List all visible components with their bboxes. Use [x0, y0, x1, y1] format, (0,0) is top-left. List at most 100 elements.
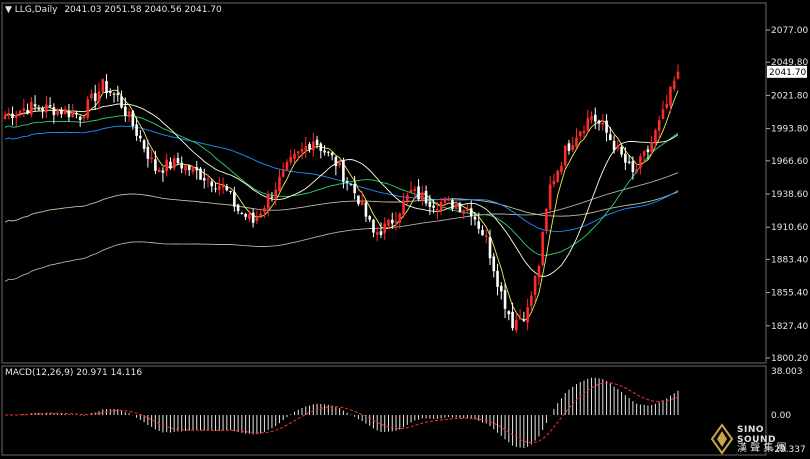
- candle-body: [383, 223, 387, 234]
- ohlc-values: 2041.03 2051.58 2040.56 2041.70: [64, 5, 222, 15]
- candle-body: [93, 93, 97, 101]
- candle-body: [7, 113, 11, 115]
- candle-body: [357, 195, 360, 205]
- candle-body: [398, 213, 402, 223]
- candle-body: [503, 290, 507, 309]
- candle-body: [488, 237, 492, 259]
- price-tick-label: 1993.80: [771, 125, 808, 135]
- candle-body: [477, 221, 481, 229]
- chart-header: ▼ LLG,Daily 2041.03 2051.58 2040.56 2041…: [5, 5, 222, 15]
- candle-body: [481, 229, 484, 236]
- sino-sound-logo: SINO SOUND 漢 聲 集 團: [710, 423, 806, 455]
- candle-body: [556, 170, 559, 182]
- candle-body: [575, 137, 578, 147]
- candle-body: [364, 202, 368, 217]
- candle-body: [345, 180, 349, 183]
- candle-body: [236, 204, 240, 211]
- candle-body: [541, 231, 544, 265]
- trading-chart[interactable]: 2077.002049.802021.801993.801966.601938.…: [0, 0, 810, 459]
- candle-body: [281, 169, 285, 177]
- candle-body: [112, 93, 116, 95]
- candle-body: [473, 216, 477, 220]
- candle-body: [405, 195, 409, 201]
- candle-body: [563, 145, 567, 166]
- candle-body: [624, 153, 627, 163]
- candle-body: [71, 112, 74, 117]
- candle-body: [436, 209, 439, 211]
- candle-body: [545, 209, 548, 232]
- candle-body: [454, 204, 458, 209]
- candle-body: [530, 295, 533, 306]
- candle-body: [22, 108, 26, 111]
- candle-body: [334, 156, 338, 167]
- candle-body: [458, 203, 462, 213]
- candle-body: [507, 311, 511, 315]
- candle-body: [248, 214, 251, 219]
- candle-body: [105, 80, 108, 94]
- price-tick-label: 2077.00: [771, 26, 808, 36]
- candle-body: [157, 169, 161, 172]
- candle-body: [631, 161, 635, 173]
- candle-body: [390, 219, 394, 224]
- candle-body: [176, 158, 180, 164]
- logo-subtext: 漢 聲 集 團: [737, 443, 787, 454]
- candle-body: [221, 183, 225, 188]
- price-tick-label: 1855.40: [771, 289, 808, 299]
- candle-body: [63, 108, 67, 115]
- candle-body: [274, 189, 278, 199]
- candle-body: [635, 169, 638, 173]
- candle-body: [315, 139, 319, 145]
- candle-body: [342, 160, 345, 182]
- macd-tick-label: 0.00: [771, 411, 791, 421]
- price-tick-label: 2021.80: [771, 91, 808, 101]
- candle-body: [101, 79, 105, 92]
- candle-body: [413, 188, 417, 191]
- candle-body: [97, 91, 101, 102]
- macd-tick-label: 38.003: [771, 367, 803, 377]
- candle-body: [86, 99, 90, 118]
- candle-body: [187, 165, 191, 171]
- candle-body: [375, 232, 379, 235]
- candle-body: [657, 120, 661, 131]
- candle-body: [3, 115, 7, 120]
- candle-body: [259, 213, 262, 216]
- candle-body: [560, 165, 563, 173]
- candle-body: [108, 90, 112, 93]
- candle-body: [251, 212, 255, 223]
- candle-body: [312, 141, 315, 151]
- candle-body: [233, 191, 236, 207]
- candle-body: [210, 181, 214, 187]
- candle-body: [511, 311, 514, 329]
- candle-body: [616, 145, 620, 149]
- candle-body: [353, 184, 356, 194]
- candle-body: [665, 103, 669, 108]
- candle-body: [661, 109, 665, 120]
- candle-body: [30, 101, 33, 115]
- candle-body: [263, 207, 266, 213]
- candle-body: [240, 212, 244, 214]
- candle-body: [533, 275, 537, 295]
- candle-body: [439, 202, 443, 211]
- candle-body: [605, 120, 608, 133]
- candle-body: [379, 231, 383, 235]
- dropdown-triangle-icon[interactable]: ▼: [5, 5, 12, 15]
- candle-body: [586, 118, 590, 132]
- candle-body: [82, 116, 86, 119]
- candle-body: [199, 168, 202, 180]
- candle-body: [639, 156, 642, 168]
- candle-body: [285, 161, 289, 170]
- candle-body: [484, 235, 488, 238]
- candle-body: [293, 153, 296, 159]
- candle-body: [526, 307, 529, 323]
- price-tick-label: 1966.60: [771, 157, 808, 167]
- candle-body: [571, 145, 575, 151]
- candle-body: [466, 208, 469, 212]
- candle-body: [552, 180, 556, 185]
- candle-body: [590, 116, 593, 120]
- candle-body: [135, 124, 138, 136]
- candle-body: [669, 86, 672, 106]
- candle-body: [52, 107, 56, 116]
- candle-body: [165, 159, 168, 172]
- candle-body: [172, 158, 176, 169]
- candle-body: [522, 319, 526, 321]
